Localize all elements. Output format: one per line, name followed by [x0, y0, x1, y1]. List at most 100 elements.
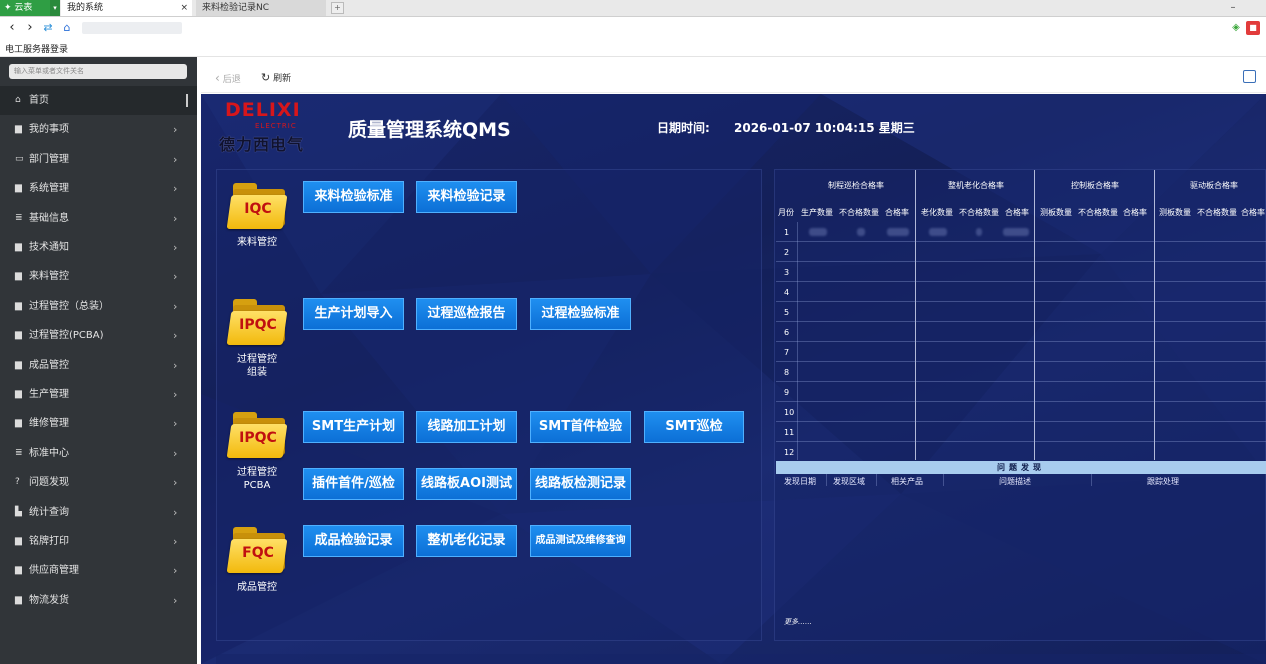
home-icon[interactable]: ⌂	[59, 19, 75, 37]
sidebar-item-label: 供应商管理	[29, 565, 79, 577]
board-test-record-button[interactable]: 线路板检测记录	[530, 468, 631, 500]
logo-sub: ELECTRIC	[255, 122, 297, 130]
sidebar-item[interactable]: ▙ 统计查询 ›	[0, 498, 197, 527]
card-icon: ▭	[15, 153, 24, 164]
issues-col: 相关产品	[891, 477, 923, 486]
plugin-first-article-button[interactable]: 插件首件/巡检	[303, 468, 404, 500]
back-icon[interactable]: ‹	[4, 19, 20, 37]
refresh-button[interactable]: ↻ 刷新	[261, 71, 291, 84]
chevron-right-icon: ›	[173, 241, 178, 254]
sidebar-item[interactable]: ≣ 基础信息 ›	[0, 204, 197, 233]
chevron-right-icon: ›	[173, 535, 178, 548]
sidebar-item[interactable]: ▆ 技术通知 ›	[0, 233, 197, 262]
col-header: 老化数量	[921, 208, 953, 217]
extension-icon[interactable]: ◈	[1229, 21, 1243, 35]
sidebar-item-label: 我的事项	[29, 124, 69, 136]
tab-incoming-inspection[interactable]: 来料检验记录NC	[196, 0, 326, 16]
process-standard-button[interactable]: 过程检验标准	[530, 298, 631, 330]
table-row-month: 12	[784, 448, 795, 457]
close-icon[interactable]: ×	[180, 0, 188, 16]
sidebar-item[interactable]: ▆ 系统管理 ›	[0, 174, 197, 203]
issues-col: 发现区域	[833, 477, 865, 486]
url-field[interactable]	[82, 22, 182, 34]
folder-icon: ▆	[15, 536, 22, 546]
sidebar-item[interactable]: ? 问题发现 ›	[0, 468, 197, 497]
aging-record-button[interactable]: 整机老化记录	[416, 525, 517, 557]
sidebar-item[interactable]: ▆ 过程管控（总装） ›	[0, 292, 197, 321]
chevron-right-icon: ›	[173, 446, 178, 460]
chevron-down-icon: ▾	[53, 4, 57, 12]
content-toolbar: ‹ 后退 ↻ 刷新	[201, 63, 1266, 93]
sidebar-item-label: 维修管理	[29, 418, 69, 430]
sidebar-item[interactable]: ▭ 部门管理 ›	[0, 145, 197, 174]
minimize-button[interactable]: –	[1220, 0, 1246, 16]
table-group-header: 驱动板合格率	[1190, 181, 1238, 190]
circuit-plan-button[interactable]: 线路加工计划	[416, 411, 517, 443]
sidebar-item[interactable]: ≣ 标准中心 ›	[0, 439, 197, 468]
production-plan-import-button[interactable]: 生产计划导入	[303, 298, 404, 330]
sidebar-item[interactable]: ▆ 供应商管理 ›	[0, 556, 197, 585]
sidebar-item-label: 系统管理	[29, 183, 69, 195]
plus-icon: +	[334, 3, 341, 12]
iqc-standard-button[interactable]: 来料检验标准	[303, 181, 404, 213]
iqc-record-button[interactable]: 来料检验记录	[416, 181, 517, 213]
table-row-month: 8	[784, 368, 790, 377]
sidebar-item-label: 生产管理	[29, 389, 69, 400]
stop-icon[interactable]: ■	[1246, 21, 1260, 35]
more-link[interactable]: 更多……	[784, 617, 812, 627]
table-group-header: 制程巡检合格率	[828, 181, 884, 190]
table-row-month: 4	[784, 288, 790, 297]
final-test-query-button[interactable]: 成品测试及维修查询	[530, 525, 631, 557]
process-patrol-report-button[interactable]: 过程巡检报告	[416, 298, 517, 330]
aoi-test-button[interactable]: 线路板AOI测试	[416, 468, 517, 500]
table-row-divider	[776, 361, 1266, 362]
sidebar-item[interactable]: ⌂ 首页	[0, 86, 197, 115]
table-row-divider	[776, 421, 1266, 422]
smt-patrol-button[interactable]: SMT巡检	[644, 411, 744, 443]
back-button[interactable]: ‹ 后退	[215, 71, 241, 85]
refresh-icon[interactable]: ⇄	[40, 19, 56, 37]
sidebar-item[interactable]: ▆ 物流发货 ›	[0, 586, 197, 615]
table-row-divider	[776, 401, 1266, 402]
sidebar-item[interactable]: ▆ 成品管控 ›	[0, 351, 197, 380]
table-row-month: 1	[784, 228, 790, 237]
smt-first-article-button[interactable]: SMT首件检验	[530, 411, 631, 443]
table-group-header: 整机老化合格率	[948, 181, 1004, 190]
chevron-right-icon: ›	[173, 358, 178, 372]
brand-dropdown-button[interactable]: ▾	[50, 0, 60, 16]
issues-col: 跟踪处理	[1147, 477, 1179, 486]
col-header: 生产数量	[801, 208, 833, 217]
new-tab-button[interactable]: +	[331, 2, 344, 14]
col-month: 月份	[778, 208, 794, 217]
forward-icon[interactable]: ›	[22, 19, 38, 37]
sidebar-item[interactable]: ▆ 来料管控 ›	[0, 262, 197, 291]
redacted-cell	[976, 228, 982, 236]
sidebar-item-label: 物流发货	[29, 594, 69, 606]
table-row-month: 2	[784, 248, 790, 257]
folder-icon: ▆	[15, 565, 22, 576]
sidebar-item[interactable]: ▆ 过程管控(PCBA) ›	[0, 321, 197, 350]
sidebar-item[interactable]: ▆ 铭牌打印 ›	[0, 527, 197, 556]
layout-icon[interactable]	[1243, 70, 1256, 83]
sidebar-search-input[interactable]: 输入菜单或者文件关名	[9, 64, 187, 79]
sidebar-item[interactable]: ▆ 维修管理 ›	[0, 409, 197, 438]
smt-plan-button[interactable]: SMT生产计划	[303, 411, 404, 443]
group-label-fqc: 成品管控	[237, 582, 277, 593]
browser-brand-tab[interactable]: ✦ 云表	[0, 0, 50, 16]
table-row-divider	[776, 261, 1266, 262]
sidebar-item[interactable]: ▆ 生产管理 ›	[0, 380, 197, 409]
database-icon: ≣	[15, 212, 23, 223]
sidebar-item-label: 部门管理	[29, 153, 69, 165]
chevron-right-icon: ›	[173, 593, 178, 607]
final-inspection-button[interactable]: 成品检验记录	[303, 525, 404, 557]
bookmark-link[interactable]: 电工服务器登录	[5, 42, 68, 55]
chevron-left-icon: ‹	[215, 71, 220, 85]
control-panel	[216, 169, 762, 641]
issues-col: 发现日期	[784, 477, 816, 486]
qms-dashboard: DELIXI ELECTRIC 德力西电气 质量管理系统QMS 日期时间: 20…	[201, 94, 1266, 664]
sidebar-item-label: 来料管控	[29, 271, 69, 283]
col-header: 不合格数量	[1078, 208, 1118, 217]
tab-my-system[interactable]: 我的系统 ×	[61, 0, 192, 16]
sidebar-item[interactable]: ▆ 我的事项 ›	[0, 115, 197, 144]
stats-panel	[774, 169, 1266, 641]
